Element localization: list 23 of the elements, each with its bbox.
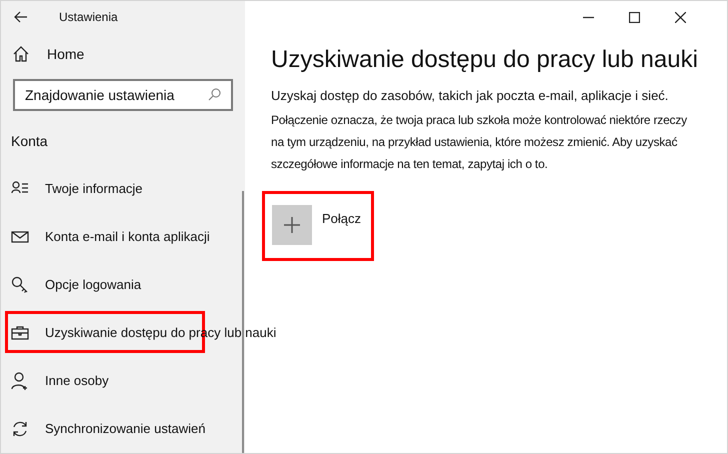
page-title: Uzyskiwanie dostępu do pracy lub nauki xyxy=(271,45,699,75)
close-icon xyxy=(674,12,686,22)
home-nav-item[interactable]: Home xyxy=(1,33,245,75)
sidebar-item[interactable]: Inne osoby xyxy=(1,371,109,391)
maximize-icon xyxy=(628,12,640,22)
search-field[interactable]: Znajdowanie ustawienia xyxy=(13,79,233,111)
sidebar-item[interactable]: Synchronizowanie ustawień xyxy=(1,419,206,439)
back-arrow-icon xyxy=(14,11,28,23)
briefcase-icon xyxy=(11,324,29,342)
person-add-icon xyxy=(11,372,29,390)
window-title: Ustawienia xyxy=(59,9,118,26)
sidebar-item[interactable]: Opcje logowania xyxy=(1,275,142,295)
sync-icon xyxy=(11,420,29,438)
plus-icon xyxy=(284,217,300,233)
intro-text: Uzyskaj dostęp do zasobów, takich jak poczta e-mail, aplikacje i sieć. xyxy=(271,87,670,105)
search-icon xyxy=(208,88,221,101)
sidebar-item[interactable]: Twoje informacje xyxy=(1,179,143,199)
key-icon xyxy=(11,276,29,294)
section-heading: Konta xyxy=(11,132,49,151)
home-icon xyxy=(13,46,29,62)
connect-button[interactable]: Połącz xyxy=(272,205,362,245)
sidebar-item[interactable]: Konta e-mail i konta aplikacji xyxy=(1,227,210,247)
description-text: Połączenie oznacza, że twoja praca lub szkoła może kontrolować niektóre rzeczy na tym urządzeniu, na przykład ustawienia, które możesz zmienić. Aby uzyskać szczegółowe informacje na ten temat, zapytaj ich o to. xyxy=(271,112,688,173)
